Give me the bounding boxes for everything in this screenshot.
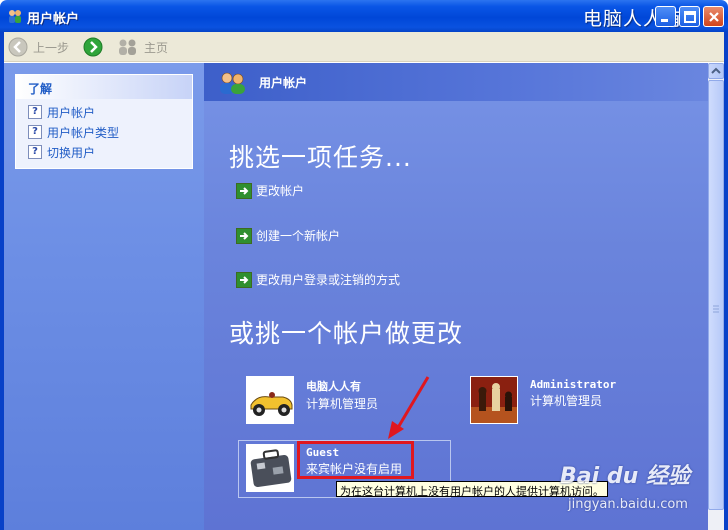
home-users-icon — [119, 39, 136, 55]
task-heading: 挑选一项任务... — [229, 143, 412, 172]
task-label: 更改用户登录或注销的方式 — [256, 273, 401, 287]
race-car-avatar — [246, 376, 294, 424]
grip-icon — [713, 305, 719, 313]
vertical-scrollbar[interactable] — [708, 63, 724, 530]
help-icon: ? — [28, 125, 42, 139]
user-accounts-icon — [220, 72, 245, 94]
sidebar-item-switch-user[interactable]: ? 切换用户 — [16, 142, 192, 162]
minimize-icon — [661, 19, 668, 22]
close-icon — [709, 12, 719, 22]
green-arrow-icon — [236, 182, 252, 199]
account-name: Administrator — [530, 378, 617, 391]
account-heading: 或挑一个帐户做更改 — [229, 319, 464, 348]
task-change-logon[interactable]: 更改用户登录或注销的方式 — [236, 271, 400, 288]
back-label: 上一步 — [33, 40, 70, 55]
baidu-url-watermark: jingyan.baidu.com — [568, 497, 688, 512]
forward-button[interactable] — [83, 36, 103, 58]
account-role: 计算机管理员 — [306, 397, 379, 411]
sidebar-item-label: 用户帐户 — [47, 105, 96, 120]
task-label: 创建一个新帐户 — [256, 229, 341, 243]
sidebar-item-label: 用户帐户类型 — [47, 125, 120, 140]
home-button[interactable]: 主页 — [117, 36, 168, 58]
back-button[interactable]: 上一步 — [8, 36, 69, 58]
chess-avatar — [470, 376, 518, 424]
account-name: 电脑人人有 — [306, 380, 361, 393]
chevron-up-icon — [711, 67, 721, 74]
home-label: 主页 — [144, 40, 169, 55]
highlight-annotation-box — [297, 441, 414, 479]
green-arrow-icon — [236, 271, 252, 288]
title-bar: 用户帐户 电脑人人有 — [0, 0, 728, 32]
scroll-up-button[interactable] — [708, 63, 724, 79]
green-arrow-icon — [236, 227, 252, 244]
account-tile-administrator[interactable]: Administrator 计算机管理员 — [470, 376, 616, 424]
annotation-arrow-icon — [388, 376, 430, 439]
back-arrow-icon — [8, 37, 28, 57]
minimize-button[interactable] — [655, 6, 676, 27]
learn-about-heading: 了解 — [16, 75, 192, 99]
task-label: 更改帐户 — [256, 184, 305, 198]
sidebar-item-label: 切换用户 — [47, 145, 96, 160]
left-task-pane: 了解 ? 用户帐户 ? 用户帐户类型 ? 切换用户 — [4, 63, 204, 530]
maximize-icon — [684, 11, 696, 23]
task-change-account[interactable]: 更改帐户 — [236, 182, 304, 199]
window-frame-right — [724, 32, 728, 530]
sidebar-item-user-accounts[interactable]: ? 用户帐户 — [16, 102, 192, 122]
maximize-button[interactable] — [679, 6, 700, 27]
forward-arrow-icon — [83, 37, 103, 57]
content-header: 用户帐户 — [204, 63, 708, 101]
scroll-thumb[interactable] — [708, 80, 724, 510]
navigation-toolbar: 上一步 主页 — [0, 32, 728, 62]
baidu-jingyan-watermark: Bai du 经验 — [560, 464, 690, 489]
content-header-title: 用户帐户 — [259, 76, 308, 90]
help-icon: ? — [28, 145, 42, 159]
suitcase-avatar — [246, 444, 294, 492]
close-button[interactable] — [703, 6, 724, 27]
account-role: 计算机管理员 — [530, 394, 603, 408]
account-tile-owner[interactable]: 电脑人人有 计算机管理员 — [246, 376, 378, 424]
window-title: 用户帐户 — [27, 12, 80, 27]
learn-about-panel: 了解 ? 用户帐户 ? 用户帐户类型 ? 切换用户 — [15, 74, 193, 169]
task-create-account[interactable]: 创建一个新帐户 — [236, 227, 340, 244]
help-icon: ? — [28, 105, 42, 119]
sidebar-item-account-types[interactable]: ? 用户帐户类型 — [16, 122, 192, 142]
users-app-icon — [9, 10, 21, 23]
